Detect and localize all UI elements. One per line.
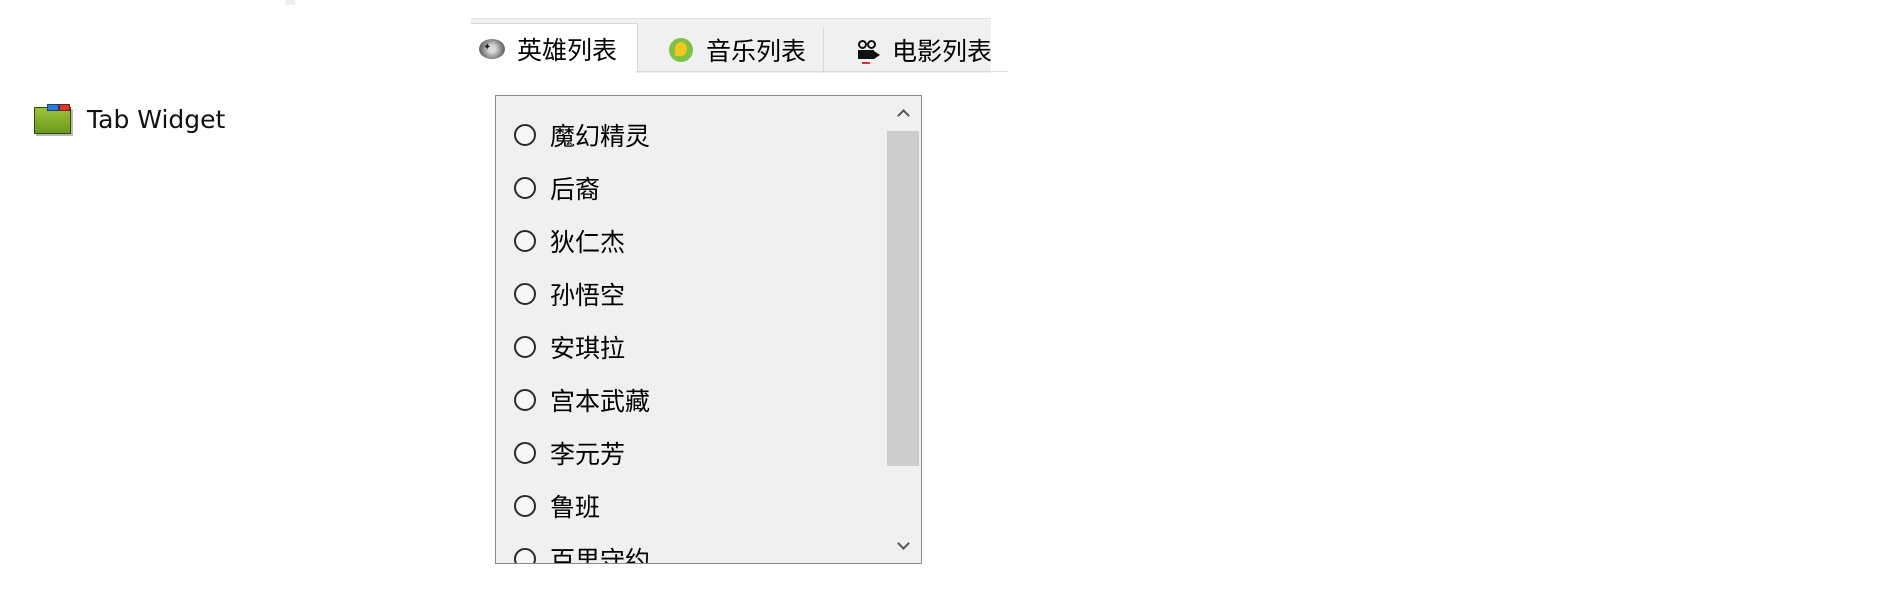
tab-label: 音乐列表 (706, 37, 807, 66)
radio-button[interactable] (514, 124, 536, 146)
chevron-down-icon (896, 537, 910, 550)
radio-label: 鲁班 (550, 493, 601, 522)
radio-button[interactable] (514, 177, 536, 199)
radio-option[interactable]: 狄仁杰 (514, 221, 625, 261)
tab-label: 英雄列表 (517, 35, 618, 65)
vertical-scrollbar[interactable] (885, 96, 921, 563)
hero-list-panel: 魔幻精灵 后裔 狄仁杰 孙悟空 安琪拉 宫本武藏 李元芳 鲁班 百里守约 (495, 95, 922, 564)
radio-option[interactable]: 李元芳 (514, 433, 625, 473)
scroll-up-button[interactable] (885, 96, 921, 130)
radio-button[interactable] (514, 389, 536, 411)
scroll-down-button[interactable] (885, 529, 921, 563)
radio-option[interactable]: 百里守约 (514, 539, 650, 563)
hero-radio-list: 魔幻精灵 后裔 狄仁杰 孙悟空 安琪拉 宫本武藏 李元芳 鲁班 百里守约 (496, 96, 886, 563)
radio-button[interactable] (514, 283, 536, 305)
radio-label: 李元芳 (550, 440, 626, 469)
radio-button[interactable] (514, 442, 536, 464)
tab-widget-icon (34, 104, 71, 134)
widget-list-item-tab-widget[interactable]: Tab Widget (34, 104, 225, 134)
radio-button[interactable] (514, 495, 536, 517)
radio-label: 魔幻精灵 (550, 122, 651, 151)
radio-option[interactable]: 安琪拉 (514, 327, 625, 367)
radio-option[interactable]: 鲁班 (514, 486, 600, 526)
radio-label: 百里守约 (550, 546, 651, 563)
corner-artifact (285, 0, 295, 5)
radio-option[interactable]: 宫本武藏 (514, 380, 650, 420)
movie-camera-icon (852, 35, 882, 65)
radio-button[interactable] (514, 230, 536, 252)
widget-label: Tab Widget (87, 104, 226, 134)
radio-label: 安琪拉 (550, 334, 626, 363)
chevron-up-icon (896, 109, 910, 122)
radio-label: 宫本武藏 (550, 387, 651, 416)
radio-option[interactable]: 孙悟空 (514, 274, 625, 314)
tab-music-list[interactable]: 音乐列表 (638, 27, 824, 73)
tab-bar-divider (636, 71, 1008, 72)
radio-button[interactable] (514, 336, 536, 358)
hero-icon: ✦ (477, 34, 507, 64)
music-icon (666, 35, 696, 65)
radio-label: 狄仁杰 (550, 228, 626, 257)
radio-button[interactable] (514, 548, 536, 563)
tab-label: 电影列表 (892, 37, 991, 66)
tab-bar: ✦ 英雄列表 音乐列表 电影列表 (471, 18, 991, 73)
tab-movie-list[interactable]: 电影列表 (824, 27, 991, 73)
radio-label: 孙悟空 (550, 281, 626, 310)
radio-option[interactable]: 后裔 (514, 168, 600, 208)
tab-hero-list[interactable]: ✦ 英雄列表 (471, 23, 638, 73)
scroll-thumb[interactable] (887, 131, 919, 466)
radio-option[interactable]: 魔幻精灵 (514, 115, 650, 155)
radio-label: 后裔 (550, 175, 601, 204)
